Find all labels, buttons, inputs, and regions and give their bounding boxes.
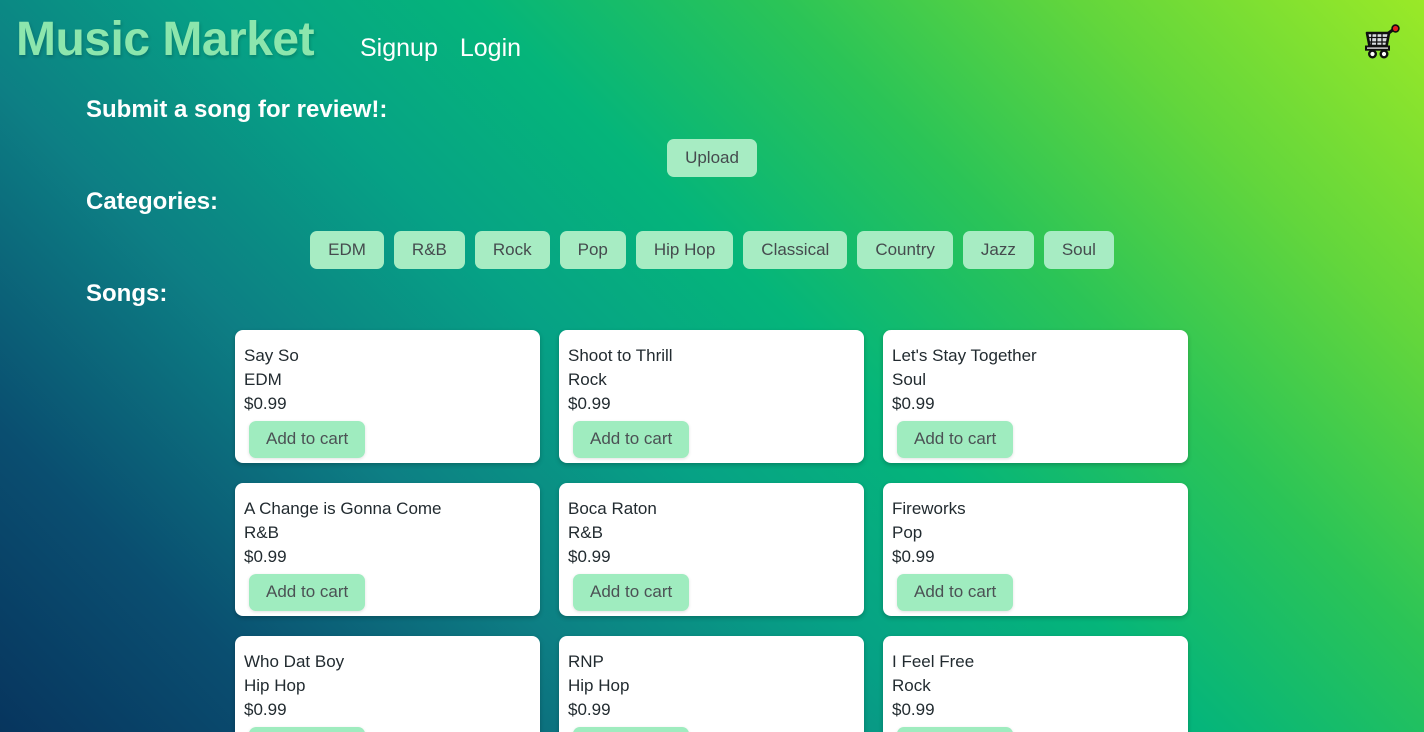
song-card[interactable]: Say So EDM $0.99 Add to cart bbox=[235, 330, 540, 463]
song-title: RNP bbox=[568, 652, 604, 671]
add-to-cart-button[interactable]: Add to cart bbox=[573, 574, 690, 611]
song-price: $0.99 bbox=[892, 394, 935, 414]
song-card[interactable]: I Feel Free Rock $0.99 Add to cart bbox=[883, 636, 1188, 732]
song-title: Boca Raton bbox=[568, 499, 657, 518]
song-genre: Soul bbox=[892, 370, 927, 390]
category-filter-row: EDM R&B Rock Pop Hip Hop Classical Count… bbox=[0, 231, 1424, 270]
song-card[interactable]: Fireworks Pop $0.99 Add to cart bbox=[883, 483, 1188, 616]
song-card[interactable]: Who Dat Boy Hip Hop $0.99 Add to cart bbox=[235, 636, 540, 732]
song-title: Shoot to Thrill bbox=[568, 346, 673, 365]
main-nav: Signup Login bbox=[360, 36, 521, 61]
song-title: Who Dat Boy bbox=[244, 652, 345, 671]
add-to-cart-button[interactable]: Add to cart bbox=[897, 727, 1014, 732]
song-card[interactable]: Boca Raton R&B $0.99 Add to cart bbox=[559, 483, 864, 616]
category-button-jazz[interactable]: Jazz bbox=[962, 231, 1034, 270]
song-price: $0.99 bbox=[568, 700, 611, 720]
song-price: $0.99 bbox=[244, 394, 287, 414]
site-brand: Music Market bbox=[16, 13, 315, 66]
shopping-cart-icon[interactable] bbox=[1358, 18, 1404, 64]
category-button-rock[interactable]: Rock bbox=[474, 231, 550, 270]
add-to-cart-button[interactable]: Add to cart bbox=[249, 574, 366, 611]
song-price: $0.99 bbox=[892, 700, 935, 720]
nav-link-login[interactable]: Login bbox=[460, 36, 521, 61]
upload-row: Upload bbox=[0, 139, 1424, 178]
category-button-country[interactable]: Country bbox=[857, 231, 953, 270]
add-to-cart-button[interactable]: Add to cart bbox=[897, 574, 1014, 611]
song-title: A Change is Gonna Come bbox=[244, 499, 442, 518]
song-genre: EDM bbox=[244, 370, 282, 390]
site-header: Music Market Signup Login bbox=[0, 0, 1424, 82]
song-genre: Rock bbox=[892, 676, 931, 696]
categories-heading: Categories: bbox=[86, 188, 219, 215]
category-button-edm[interactable]: EDM bbox=[310, 231, 384, 270]
songs-grid: Say So EDM $0.99 Add to cart Shoot to Th… bbox=[235, 330, 1190, 732]
add-to-cart-button[interactable]: Add to cart bbox=[897, 421, 1014, 458]
song-genre: Pop bbox=[892, 523, 923, 543]
song-genre: Hip Hop bbox=[244, 676, 306, 696]
nav-link-signup[interactable]: Signup bbox=[360, 36, 438, 61]
category-button-classical[interactable]: Classical bbox=[743, 231, 848, 270]
upload-button[interactable]: Upload bbox=[667, 139, 757, 178]
song-genre: Hip Hop bbox=[568, 676, 630, 696]
category-button-hip-hop[interactable]: Hip Hop bbox=[635, 231, 734, 270]
song-price: $0.99 bbox=[244, 700, 287, 720]
song-genre: Rock bbox=[568, 370, 607, 390]
song-price: $0.99 bbox=[568, 394, 611, 414]
category-button-rnb[interactable]: R&B bbox=[393, 231, 465, 270]
song-card[interactable]: A Change is Gonna Come R&B $0.99 Add to … bbox=[235, 483, 540, 616]
song-genre: R&B bbox=[244, 523, 279, 543]
song-title: Let's Stay Together bbox=[892, 346, 1037, 365]
song-price: $0.99 bbox=[568, 547, 611, 567]
song-title: Say So bbox=[244, 346, 299, 365]
song-card[interactable]: Shoot to Thrill Rock $0.99 Add to cart bbox=[559, 330, 864, 463]
song-card[interactable]: RNP Hip Hop $0.99 Add to cart bbox=[559, 636, 864, 732]
song-title: I Feel Free bbox=[892, 652, 975, 671]
song-card[interactable]: Let's Stay Together Soul $0.99 Add to ca… bbox=[883, 330, 1188, 463]
song-price: $0.99 bbox=[244, 547, 287, 567]
song-price: $0.99 bbox=[892, 547, 935, 567]
add-to-cart-button[interactable]: Add to cart bbox=[249, 727, 366, 732]
add-to-cart-button[interactable]: Add to cart bbox=[249, 421, 366, 458]
songs-heading: Songs: bbox=[86, 280, 168, 307]
category-button-soul[interactable]: Soul bbox=[1043, 231, 1114, 270]
category-button-pop[interactable]: Pop bbox=[559, 231, 626, 270]
song-title: Fireworks bbox=[892, 499, 966, 518]
add-to-cart-button[interactable]: Add to cart bbox=[573, 727, 690, 732]
submit-song-heading: Submit a song for review!: bbox=[86, 96, 388, 123]
song-genre: R&B bbox=[568, 523, 603, 543]
add-to-cart-button[interactable]: Add to cart bbox=[573, 421, 690, 458]
